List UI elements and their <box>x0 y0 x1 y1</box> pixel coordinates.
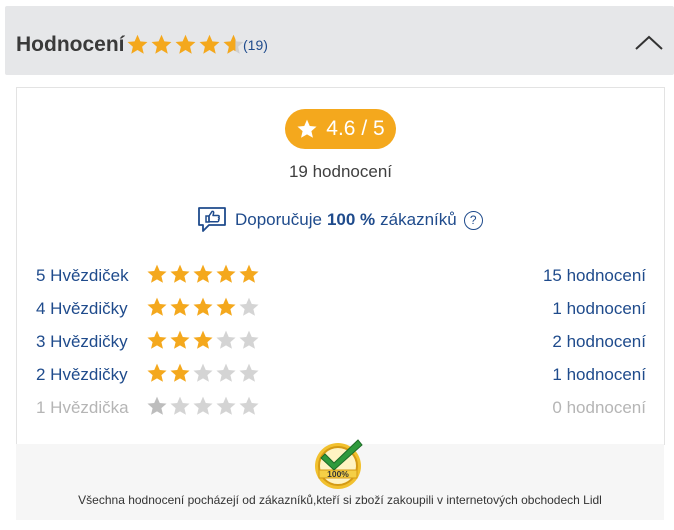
rating-row-stars <box>146 395 261 417</box>
star-icon <box>193 330 213 349</box>
total-ratings: 19 hodnocení <box>288 162 393 181</box>
star-icon <box>151 34 172 54</box>
rating-row[interactable]: 4 Hvězdičky 1 hodnocení <box>36 296 646 320</box>
star-icon <box>216 264 236 283</box>
star-icon <box>170 264 190 283</box>
ratings-section-header[interactable]: Hodnocení (19) <box>5 6 674 75</box>
empty-star-icon <box>239 330 259 349</box>
header-average-stars <box>126 33 246 56</box>
rating-row-label[interactable]: 5 Hvězdiček <box>36 266 129 286</box>
thumbs-up-icon <box>198 207 226 232</box>
help-icon[interactable]: ? <box>463 210 483 230</box>
rating-row[interactable]: 2 Hvězdičky 1 hodnocení <box>36 362 646 386</box>
half-star-icon <box>223 34 244 54</box>
star-icon <box>297 119 317 138</box>
star-icon <box>170 363 190 382</box>
star-icon <box>216 297 236 316</box>
rating-row-count[interactable]: 15 hodnocení <box>543 266 646 286</box>
star-icon <box>170 330 190 349</box>
empty-star-icon <box>216 363 236 382</box>
seal-label: 100% <box>327 469 349 479</box>
recommend-suffix: zákazníků <box>380 210 457 229</box>
empty-star-icon <box>170 396 190 415</box>
rating-row-count[interactable]: 1 hodnocení <box>552 299 646 319</box>
rating-row-count[interactable]: 1 hodnocení <box>552 365 646 385</box>
rating-row-stars <box>146 296 261 318</box>
rating-row-label[interactable]: 2 Hvězdičky <box>36 365 128 385</box>
average-score: 4.6 / 5 <box>326 117 385 140</box>
verified-seal-icon: 100% <box>315 439 363 489</box>
star-icon <box>193 297 213 316</box>
empty-star-icon <box>193 396 213 415</box>
footer-text: Všechna hodnocení pocházejí od zákazníků… <box>78 493 602 507</box>
star-icon <box>147 396 167 415</box>
empty-star-icon <box>216 330 236 349</box>
recommendation: Doporučuje 100 % zákazníků ? <box>197 206 483 234</box>
rating-row[interactable]: 3 Hvězdičky 2 hodnocení <box>36 329 646 353</box>
star-icon <box>147 363 167 382</box>
rating-row-label[interactable]: 1 Hvězdička <box>36 398 129 418</box>
ratings-title: Hodnocení <box>16 33 125 56</box>
recommend-percent: 100 % <box>326 210 376 229</box>
rating-row-stars <box>146 362 261 384</box>
star-icon <box>193 264 213 283</box>
star-icon <box>147 330 167 349</box>
empty-star-icon <box>239 363 259 382</box>
chevron-up-icon[interactable] <box>634 34 664 52</box>
rating-row-count[interactable]: 2 hodnocení <box>552 332 646 352</box>
rating-row-label[interactable]: 4 Hvězdičky <box>36 299 128 319</box>
star-icon <box>147 297 167 316</box>
star-icon <box>239 264 259 283</box>
average-score-badge: 4.6 / 5 <box>285 109 396 149</box>
rating-row-stars <box>146 263 261 285</box>
star-icon <box>127 34 148 54</box>
star-icon <box>170 297 190 316</box>
ratings-panel: 4.6 / 5 19 hodnocení Doporučuje 100 % zá… <box>16 87 665 445</box>
ratings-count: (19) <box>243 37 268 53</box>
star-icon <box>147 264 167 283</box>
empty-star-icon <box>239 297 259 316</box>
rating-row-stars <box>146 329 261 351</box>
recommend-prefix: Doporučuje <box>235 210 322 229</box>
empty-star-icon <box>239 396 259 415</box>
rating-row[interactable]: 5 Hvězdiček 15 hodnocení <box>36 263 646 287</box>
rating-row[interactable]: 1 Hvězdička 0 hodnocení <box>36 395 646 419</box>
empty-star-icon <box>216 396 236 415</box>
rating-row-label[interactable]: 3 Hvězdičky <box>36 332 128 352</box>
rating-row-count[interactable]: 0 hodnocení <box>552 398 646 418</box>
star-icon <box>175 34 196 54</box>
star-icon <box>199 34 220 54</box>
footer-note: 100% Všechna hodnocení pocházejí od záka… <box>16 439 664 520</box>
empty-star-icon <box>193 363 213 382</box>
